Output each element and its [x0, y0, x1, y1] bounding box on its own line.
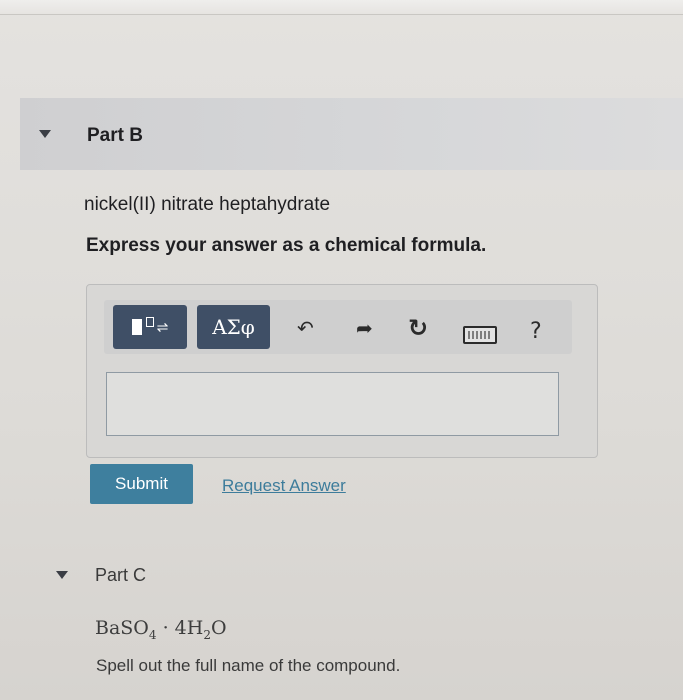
help-icon[interactable]: ?	[530, 319, 542, 344]
part-b-title: Part B	[87, 125, 143, 146]
template-button[interactable]: ⇌	[113, 305, 187, 349]
submit-button[interactable]: Submit	[90, 464, 193, 504]
answer-input[interactable]	[106, 372, 559, 436]
answer-instruction: Express your answer as a chemical formul…	[86, 235, 487, 256]
problem-text: nickel(II) nitrate heptahydrate	[84, 194, 331, 215]
undo-icon[interactable]: ↶	[297, 316, 314, 340]
collapse-caret-icon[interactable]	[39, 130, 51, 138]
part-c-title: Part C	[95, 565, 147, 585]
request-answer-link[interactable]: Request Answer	[222, 476, 346, 496]
superscript-box-icon	[145, 317, 154, 327]
compound-formula: BaSO4 · 4H2O	[95, 617, 227, 642]
keyboard-icon[interactable]	[463, 326, 497, 344]
collapse-caret-icon[interactable]	[56, 571, 68, 579]
top-strip	[0, 0, 683, 15]
greek-symbols-button[interactable]: ΑΣφ	[197, 305, 270, 349]
redo-icon[interactable]: ➦	[356, 316, 373, 340]
part-c-instruction: Spell out the full name of the compound.	[96, 656, 401, 675]
swap-arrows-icon: ⇌	[156, 318, 169, 335]
template-superscript-icon	[131, 319, 142, 335]
reset-icon[interactable]: ↻	[408, 314, 428, 342]
